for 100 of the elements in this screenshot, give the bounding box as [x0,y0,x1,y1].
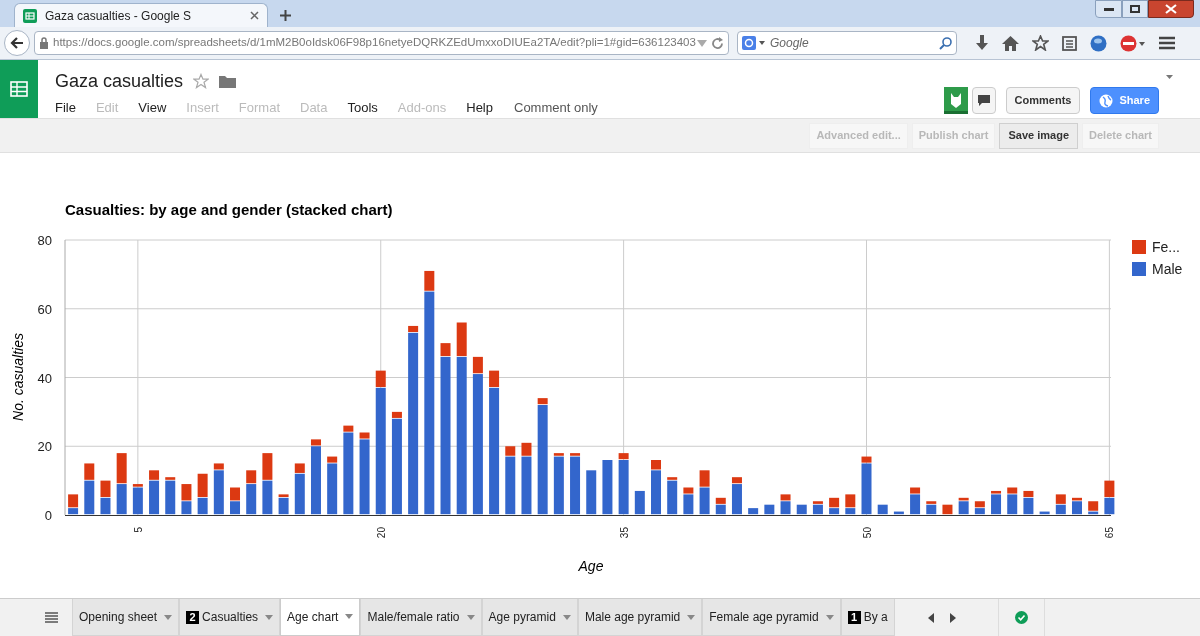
sheet-tab[interactable]: 1 By a [840,599,895,636]
toolbar-button[interactable]: Save image [999,122,1078,149]
bar [262,453,273,480]
document-title[interactable]: Gaza casualties [55,70,184,92]
search-field[interactable]: Google [737,31,957,55]
tab-label: Opening sheet [79,609,158,626]
sheet-tab[interactable]: Female age pyramid [702,599,841,636]
axis-label: 80 [37,233,52,248]
count-badge: 1 [847,610,861,624]
legend-label: Male [1152,261,1183,277]
bar [197,497,208,515]
bar [100,497,111,515]
access-label: Comment only [514,99,598,117]
tab-label: By a [863,609,888,626]
lock-icon [39,37,49,49]
comment-button[interactable] [971,87,996,114]
tab-label: Female age pyramid [709,609,819,626]
tab-label: Male/female ratio [367,609,460,626]
caret-icon[interactable] [1166,75,1173,79]
bar [586,470,597,515]
clipboard-icon[interactable] [1062,35,1077,51]
scroll-left-icon[interactable] [928,612,934,623]
menu-item[interactable]: View [138,98,167,118]
dropdown-icon[interactable] [164,614,173,620]
sheet-tab[interactable]: Age pyramid [481,599,578,636]
globe-icon [1099,93,1114,108]
menu-item[interactable]: File [55,98,76,118]
axis-title: No. casualties [10,333,26,421]
sheet-tab[interactable]: Opening sheet [72,599,180,636]
bar [181,484,192,501]
bar [197,473,208,497]
maximize-button[interactable] [1122,0,1148,18]
comment-icon [977,95,990,106]
spreadsheet-icon [23,8,37,23]
bar [942,504,953,515]
tab-label: Male age pyramid [584,609,681,626]
tab-label: Age chart [287,608,339,626]
check-icon [1015,611,1028,624]
menu-item[interactable]: Help [466,98,493,118]
dropdown-icon[interactable] [687,614,696,620]
dropdown-icon[interactable] [265,614,274,620]
stop-sign-icon[interactable] [1120,34,1146,52]
menu-icon[interactable] [1159,36,1175,50]
tab-label: Age pyramid [488,609,556,626]
new-tab-icon[interactable] [280,10,291,21]
minimize-button[interactable] [1095,0,1122,18]
close-window-button[interactable] [1148,0,1194,18]
url-field[interactable]: https://docs.google.com/spreadsheets/d/1mM2B0oIdsk06F98p16netyeDQRKZEdUmxxoDIUEa2TA/edit?pli=1#gid=636123403 [34,31,729,55]
avatar-icon[interactable] [943,87,968,114]
axis-title: Age [578,558,604,574]
axis-label: 20 [37,439,52,455]
scroll-right-icon[interactable] [950,612,956,623]
legend-label: Fe... [1152,239,1180,255]
search-input[interactable]: Google [770,34,935,52]
bar [1055,504,1066,515]
bar [1104,480,1115,497]
dropdown-icon[interactable] [825,614,834,620]
folder-icon[interactable] [219,74,237,88]
tab-title: Gaza casualties - Google S [45,7,193,25]
bar [116,453,127,484]
bar [748,508,759,515]
bar [181,501,192,515]
close-icon[interactable] [250,11,259,20]
bar [100,480,111,497]
browser-tab[interactable]: Gaza casualties - Google S [14,3,268,27]
bar [116,484,127,515]
bar [230,487,240,501]
star-icon[interactable] [1032,35,1049,51]
axis-label: 40 [37,370,52,386]
bar [796,504,807,515]
bar [764,504,775,515]
sheet-tab[interactable]: Male/female ratio [360,599,482,636]
bar [602,460,613,515]
back-button[interactable] [4,30,30,56]
globe-icon[interactable] [1090,34,1107,52]
comments-button[interactable]: Comments [1005,87,1081,114]
search-engine-icon[interactable] [742,36,766,50]
axis-label: 5 [132,527,144,533]
menu-item[interactable]: Tools [347,98,378,118]
sheet-tab[interactable]: 2 Casualties [179,599,281,636]
search-icon[interactable] [939,36,952,50]
bar [1104,497,1115,515]
axis-label: 35 [618,527,630,539]
all-sheets-icon[interactable] [44,612,58,623]
reload-icon[interactable] [711,36,724,50]
bar [893,511,904,515]
dropdown-icon[interactable] [562,614,571,620]
sheet-tab[interactable]: Male age pyramid [577,599,703,636]
download-icon[interactable] [975,35,989,51]
axis-label: 0 [44,508,52,523]
bar [634,490,645,515]
dropdown-icon[interactable] [345,614,354,619]
sheet-tab[interactable]: Age chart [280,599,361,636]
dropdown-icon[interactable] [466,614,475,620]
bar [262,480,273,515]
home-icon[interactable] [1002,35,1019,51]
star-icon[interactable] [193,73,210,89]
bar [1039,511,1050,515]
chart-title: Casualties: by age and gender (stacked chart) [65,201,393,218]
count-badge: 2 [186,610,200,624]
